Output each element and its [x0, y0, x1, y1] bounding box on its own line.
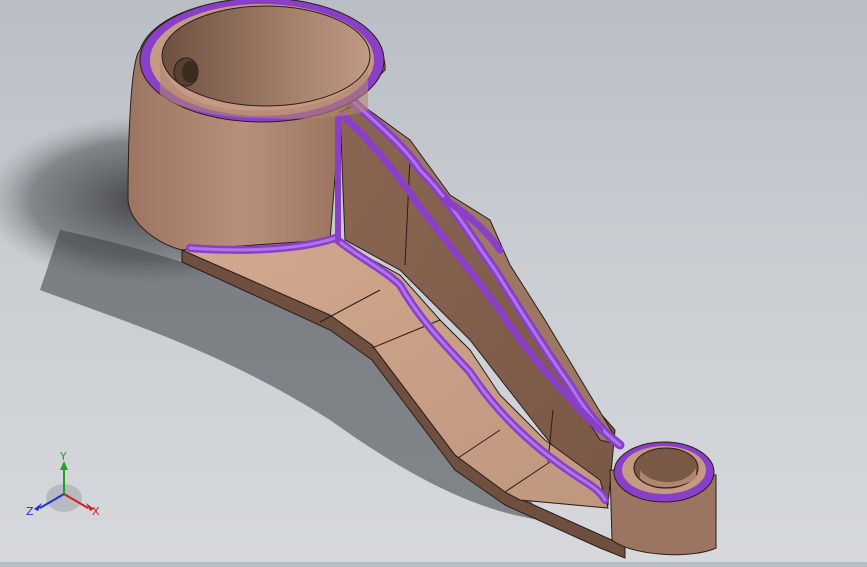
3d-viewport[interactable]: Y X Z — [0, 0, 867, 562]
z-axis-label: Z — [26, 505, 34, 518]
model-canvas[interactable] — [0, 0, 867, 562]
x-axis-label: X — [92, 505, 100, 518]
view-triad[interactable]: Y X Z — [22, 448, 112, 528]
y-axis-label: Y — [59, 450, 67, 463]
large-boss-top — [139, 0, 385, 123]
small-boss — [609, 441, 717, 556]
